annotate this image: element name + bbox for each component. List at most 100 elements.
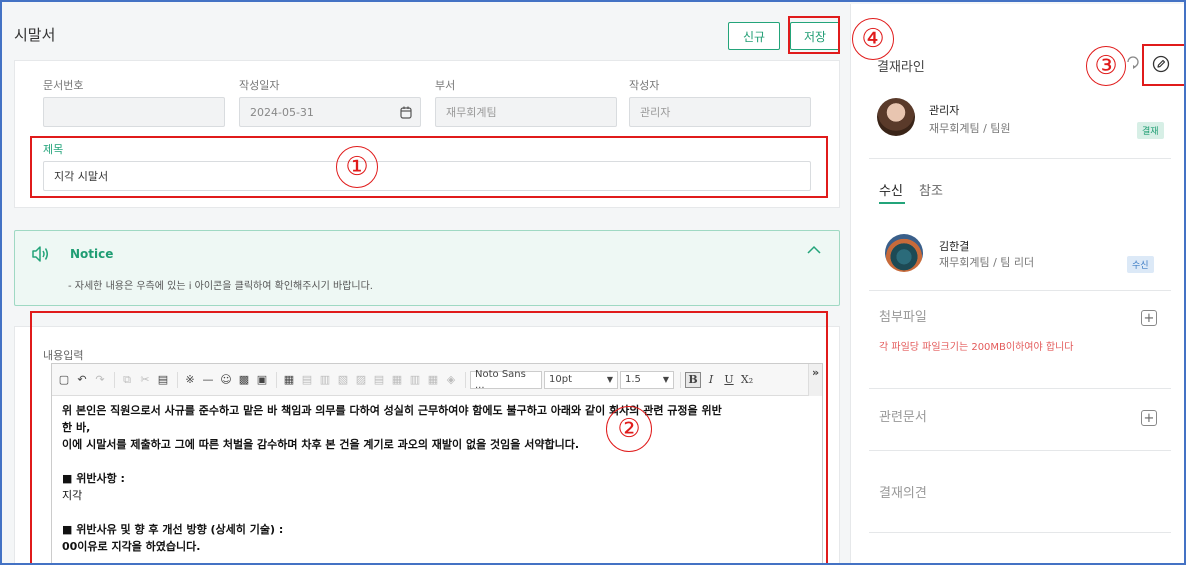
paste-icon[interactable]: ▤ [155,372,171,388]
receiver-dept: 재무회계팀 / 팀 리더 [939,256,1035,269]
save-button[interactable]: 저장 [790,22,840,50]
bold-button[interactable]: B [685,371,701,388]
editor-line: 이에 시말서를 제출하고 그에 따른 처벌을 감수하며 차후 본 건을 계기로 … [62,438,580,451]
app-frame: 시말서 신규 저장 문서번호 작성일자 2024-05-31 부서 재무회계팀 … [0,0,1186,565]
divider [869,450,1171,451]
redo-icon[interactable]: ↷ [92,372,108,388]
split-cells-icon[interactable]: ▦ [425,372,441,388]
editor-line [62,453,812,470]
annotation-marker-3: ③ [1086,46,1126,86]
approval-line-title: 결재라인 [877,60,925,75]
content-card: 내용입력 ▢ ↶ ↷ ⧉ ✂ ▤ ※ — ☺ ▩ ▣ ▦ ▤ ▥ ▧ ▨ ▤ ▦… [14,326,840,563]
toolbar-divider [276,371,277,388]
font-size-value: 10pt [549,374,572,385]
annotation-marker-1: ① [336,146,378,188]
title-input[interactable]: 지각 시말서 [43,161,811,191]
attachment-title: 첨부파일 [879,310,927,325]
chevron-down-icon: ▼ [662,375,669,384]
edit-approval-button[interactable] [1147,50,1175,78]
page-title: 시말서 [14,26,56,44]
horizontal-rule-icon[interactable]: — [200,372,216,388]
image-icon[interactable]: ▣ [254,372,270,388]
new-doc-icon[interactable]: ▢ [56,372,72,388]
annotation-marker-4: ④ [852,18,894,60]
underline-button[interactable]: U [721,372,737,388]
notice-text: - 자세한 내용은 우측에 있는 i 아이콘을 클릭하여 확인해주시기 바랍니다… [68,281,373,292]
annotation-marker-2: ② [606,406,652,452]
approver-name: 관리자 [929,104,960,117]
new-button[interactable]: 신규 [728,22,780,50]
row-insert-icon[interactable]: ▤ [371,372,387,388]
editor-line [62,504,812,521]
edit-icon [1152,55,1170,73]
tab-reference[interactable]: 참조 [919,180,943,199]
editor-line: 00이유로 지각을 하였습니다. [62,540,201,553]
approval-status-badge: 결재 [1137,122,1164,139]
editor-line: ■ 위반사유 및 향 후 개선 방향 (상세히 기술) : [62,523,284,536]
divider [869,290,1171,291]
divider [869,532,1171,533]
pattern-icon[interactable]: ▩ [236,372,252,388]
cell-edit-icon[interactable]: ▨ [353,372,369,388]
emoji-icon[interactable]: ☺ [218,372,234,388]
attachment-warning: 각 파일당 파일크기는 200MB이하여야 합니다 [879,342,1074,353]
add-attachment-button[interactable]: + [1141,310,1157,326]
subscript-button[interactable]: X₂ [739,372,755,388]
divider [869,388,1171,389]
calendar-icon[interactable] [400,106,412,119]
line-height-select[interactable]: 1.5 ▼ [620,370,674,389]
date-field[interactable]: 2024-05-31 [239,97,421,127]
plus-icon: + [1143,310,1155,326]
cell-color-icon[interactable]: ▥ [317,372,333,388]
author-label: 작성자 [629,79,660,92]
italic-button[interactable]: I [703,372,719,388]
notice-box: Notice - 자세한 내용은 우측에 있는 i 아이콘을 클릭하여 확인해주… [14,230,840,306]
copy-icon[interactable]: ⧉ [119,372,135,388]
chevron-up-icon[interactable] [807,245,821,255]
editor-toolbar: ▢ ↶ ↷ ⧉ ✂ ▤ ※ — ☺ ▩ ▣ ▦ ▤ ▥ ▧ ▨ ▤ ▦ ▥ ▦ … [52,364,822,396]
receiver-name: 김한결 [939,240,970,253]
plus-icon: + [1143,410,1155,426]
refresh-icon[interactable] [1125,54,1141,70]
main-panel: 시말서 신규 저장 문서번호 작성일자 2024-05-31 부서 재무회계팀 … [4,4,850,563]
editor-line: 한 바, [62,421,91,434]
approval-opinion-title: 결재의견 [879,486,927,501]
doc-no-field [43,97,225,127]
toolbar-divider [680,371,681,388]
rich-text-editor[interactable]: ▢ ↶ ↷ ⧉ ✂ ▤ ※ — ☺ ▩ ▣ ▦ ▤ ▥ ▧ ▨ ▤ ▦ ▥ ▦ … [51,363,823,563]
cut-icon[interactable]: ✂ [137,372,153,388]
dept-label: 부서 [435,79,456,92]
chevron-down-icon: ▼ [606,375,613,384]
row-delete-icon[interactable]: ▦ [389,372,405,388]
content-label: 내용입력 [43,349,84,362]
add-related-doc-button[interactable]: + [1141,410,1157,426]
editor-body[interactable]: 위 본인은 직원으로서 사규를 준수하고 맡은 바 책임과 의무를 다하여 성실… [52,396,822,561]
toolbar-more-button[interactable]: » [808,364,822,396]
approval-side-panel: 결재라인 관리자 재무회계팀 / 팀원 결재 수신 참조 김한결 재무회계팀 /… [850,4,1184,563]
author-field: 관리자 [629,97,811,127]
editor-line: 지각 [62,489,83,502]
font-family-value: Noto Sans ... [475,368,526,391]
speaker-icon [32,246,48,262]
undo-icon[interactable]: ↶ [74,372,90,388]
tab-receive[interactable]: 수신 [879,180,903,199]
date-value: 2024-05-31 [250,105,314,119]
font-size-select[interactable]: 10pt ▼ [544,370,618,389]
approver-avatar [877,98,915,136]
editor-line: 위 본인은 직원으로서 사규를 준수하고 맡은 바 책임과 의무를 다하여 성실… [62,404,722,417]
form-card: 문서번호 작성일자 2024-05-31 부서 재무회계팀 작성자 관리자 제목… [14,60,840,208]
merge-cells-icon[interactable]: ▥ [407,372,423,388]
fill-color-icon[interactable]: ◈ [443,372,459,388]
receive-status-badge: 수신 [1127,256,1154,273]
divider [869,158,1171,159]
title-label: 제목 [43,143,64,156]
special-char-icon[interactable]: ※ [182,372,198,388]
toolbar-divider [465,371,466,388]
table-style-icon[interactable]: ▤ [299,372,315,388]
cell-border-icon[interactable]: ▧ [335,372,351,388]
toolbar-divider [114,371,115,388]
table-icon[interactable]: ▦ [281,372,297,388]
font-family-select[interactable]: Noto Sans ... [470,368,542,391]
dept-field: 재무회계팀 [435,97,617,127]
editor-line: ■ 위반사항 : [62,472,125,485]
